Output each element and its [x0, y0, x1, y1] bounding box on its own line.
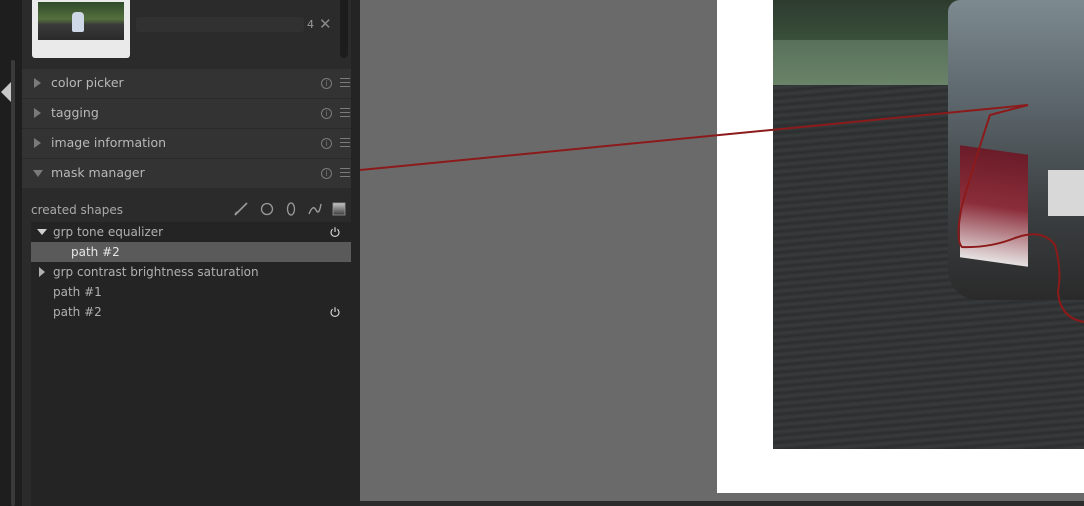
presets-menu-icon[interactable]: [340, 138, 350, 148]
power-icon[interactable]: [329, 226, 341, 238]
info-icon[interactable]: i: [321, 138, 332, 149]
gradient-icon[interactable]: [332, 202, 346, 216]
shape-row-path-2-child[interactable]: path #2: [31, 242, 351, 262]
group-expanded-icon[interactable]: [37, 229, 47, 235]
group-collapsed-icon[interactable]: [39, 267, 45, 277]
created-shapes-heading: created shapes: [31, 203, 123, 217]
close-icon[interactable]: ✕: [319, 15, 332, 33]
thumbnail-slider[interactable]: [136, 17, 304, 32]
presets-menu-icon[interactable]: [340, 168, 350, 178]
thumbnail-rider: [72, 12, 84, 32]
module-image-information[interactable]: image information i: [22, 128, 360, 158]
collapse-arrow-icon[interactable]: [33, 170, 43, 177]
collapse-left-panel-icon[interactable]: [1, 82, 11, 102]
photo-number-plate: [1048, 170, 1084, 216]
presets-menu-icon[interactable]: [340, 78, 350, 88]
thumbnail-scrollbar[interactable]: [340, 0, 348, 58]
shape-row-path-2[interactable]: path #2: [31, 302, 351, 322]
shape-row-label: path #2: [71, 245, 120, 259]
shape-row-label: grp tone equalizer: [53, 225, 164, 239]
presets-menu-icon[interactable]: [340, 108, 350, 118]
module-label: tagging: [51, 105, 99, 120]
shape-row-label: path #1: [53, 285, 102, 299]
left-strip-scrollbar[interactable]: [11, 60, 15, 506]
module-tagging[interactable]: tagging i: [22, 98, 360, 128]
shape-row-path-1[interactable]: path #1: [31, 282, 351, 302]
module-label: color picker: [51, 75, 124, 90]
thumbnail-count: 4: [307, 18, 314, 31]
circle-icon[interactable]: [260, 202, 274, 216]
brush-icon[interactable]: [234, 202, 248, 216]
info-icon[interactable]: i: [321, 78, 332, 89]
expand-arrow-icon[interactable]: [34, 138, 41, 148]
photo-preview[interactable]: [773, 0, 1084, 449]
shape-row-label: grp contrast brightness saturation: [53, 265, 259, 279]
module-color-picker[interactable]: color picker i: [22, 68, 360, 98]
expand-arrow-icon[interactable]: [34, 78, 41, 88]
path-icon[interactable]: [308, 202, 322, 216]
power-icon[interactable]: [329, 306, 341, 318]
module-label: mask manager: [51, 165, 145, 180]
info-icon[interactable]: i: [321, 108, 332, 119]
left-panel-strip: [0, 0, 22, 506]
expand-arrow-icon[interactable]: [34, 108, 41, 118]
module-mask-manager[interactable]: mask manager i: [22, 158, 360, 188]
shape-row-group-contrast-brightness-saturation[interactable]: grp contrast brightness saturation: [31, 262, 351, 282]
shape-row-group-tone-equalizer[interactable]: grp tone equalizer: [31, 222, 351, 242]
info-icon[interactable]: i: [321, 168, 332, 179]
ellipse-icon[interactable]: [284, 202, 298, 216]
module-label: image information: [51, 135, 167, 150]
panel-scrollbar[interactable]: [351, 0, 360, 506]
photo-flag: [960, 145, 1028, 267]
bottom-bar: [360, 501, 1084, 506]
shape-row-label: path #2: [53, 305, 102, 319]
